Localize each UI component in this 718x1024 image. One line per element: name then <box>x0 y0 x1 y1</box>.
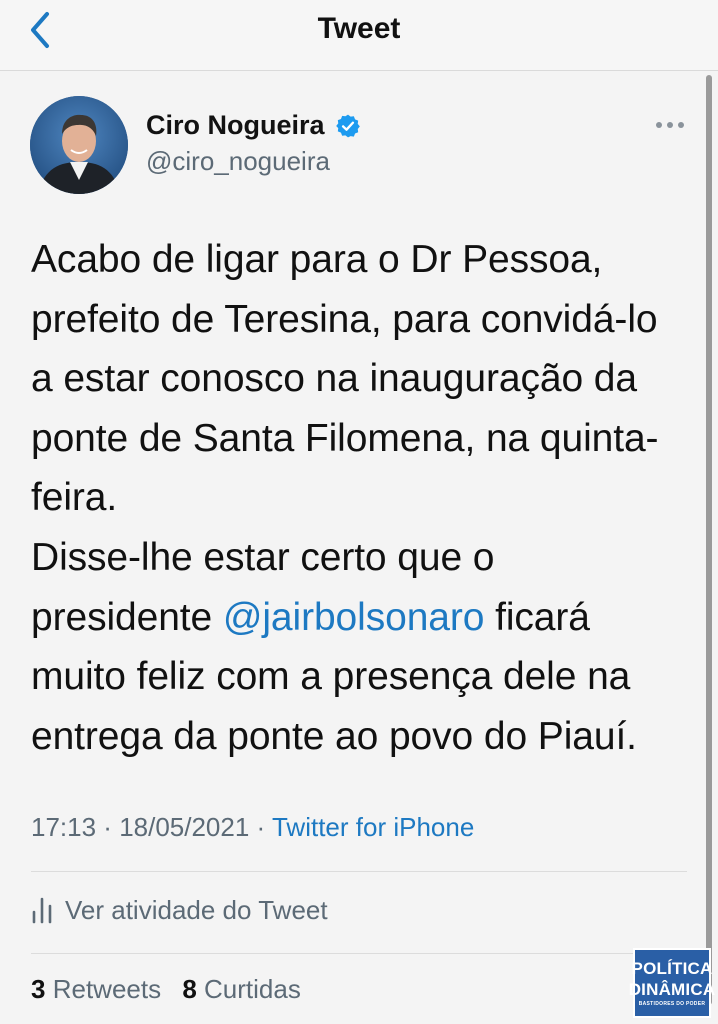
avatar[interactable] <box>30 96 128 194</box>
author-handle[interactable]: @ciro_nogueira <box>146 146 330 177</box>
tweet-stats: 3 Retweets 8 Curtidas <box>31 974 315 1005</box>
watermark-line2: DINÂMICA <box>628 979 716 999</box>
verified-badge-icon <box>335 114 360 137</box>
analytics-icon <box>32 897 52 924</box>
retweets-label: Retweets <box>52 974 162 1004</box>
likes-stat[interactable]: 8 Curtidas <box>182 974 301 1004</box>
tweet-date: 18/05/2021 <box>119 812 250 842</box>
meta-separator: · <box>96 812 120 842</box>
tweet-line: prefeito de Teresina, para convidá-lo <box>31 297 658 341</box>
more-options-button[interactable] <box>650 112 690 138</box>
watermark-line3: BASTIDORES DO PODER <box>638 1000 706 1007</box>
likes-count: 8 <box>182 974 197 1004</box>
meta-separator: · <box>249 812 272 842</box>
mention-prefix: presidente <box>31 595 223 639</box>
tweet-meta: 17:13 · 18/05/2021 · Twitter for iPhone <box>31 812 474 843</box>
view-activity-label: Ver atividade do Tweet <box>65 894 328 925</box>
mention-link[interactable]: @jairbolsonaro <box>223 596 485 639</box>
top-bar: Tweet <box>0 0 718 71</box>
view-activity-button[interactable]: Ver atividade do Tweet <box>31 890 328 930</box>
tweet-source-link[interactable]: Twitter for iPhone <box>272 812 474 842</box>
tweet-line: Disse-lhe estar certo que o <box>31 535 495 579</box>
tweet-line: muito feliz com a presença dele na <box>31 655 631 699</box>
tweet-line: a estar conosco na inauguração da <box>31 357 637 401</box>
tweet-time: 17:13 <box>31 812 97 842</box>
tweet-line: ponte de Santa Filomena, na quinta- <box>31 416 659 460</box>
retweets-stat[interactable]: 3 Retweets <box>31 974 161 1004</box>
page-title: Tweet <box>317 12 401 45</box>
tweet-line: entrega da ponte ao povo do Piauí. <box>31 714 637 758</box>
ellipsis-icon <box>656 122 684 128</box>
watermark-logo: POLÍTICA DINÂMICA BASTIDORES DO PODER <box>629 948 715 1018</box>
mention-suffix: ficará <box>484 595 590 639</box>
divider <box>31 953 687 954</box>
profile-photo-icon <box>30 96 128 194</box>
divider <box>31 871 687 872</box>
tweet-line-with-mention: presidente @jairbolsonaro ficará <box>31 588 691 648</box>
retweets-count: 3 <box>31 974 46 1004</box>
tweet-line: feira. <box>31 476 118 520</box>
author-name-text: Ciro Nogueira <box>146 110 325 140</box>
author-name[interactable]: Ciro Nogueira <box>146 110 361 141</box>
watermark-line1: POLÍTICA <box>631 958 713 978</box>
scrollbar[interactable] <box>706 75 712 1005</box>
tweet-text: Acabo de ligar para o Dr Pessoa, prefeit… <box>31 230 691 766</box>
likes-label: Curtidas <box>204 974 301 1004</box>
tweet-line: Acabo de ligar para o Dr Pessoa, <box>31 238 603 281</box>
